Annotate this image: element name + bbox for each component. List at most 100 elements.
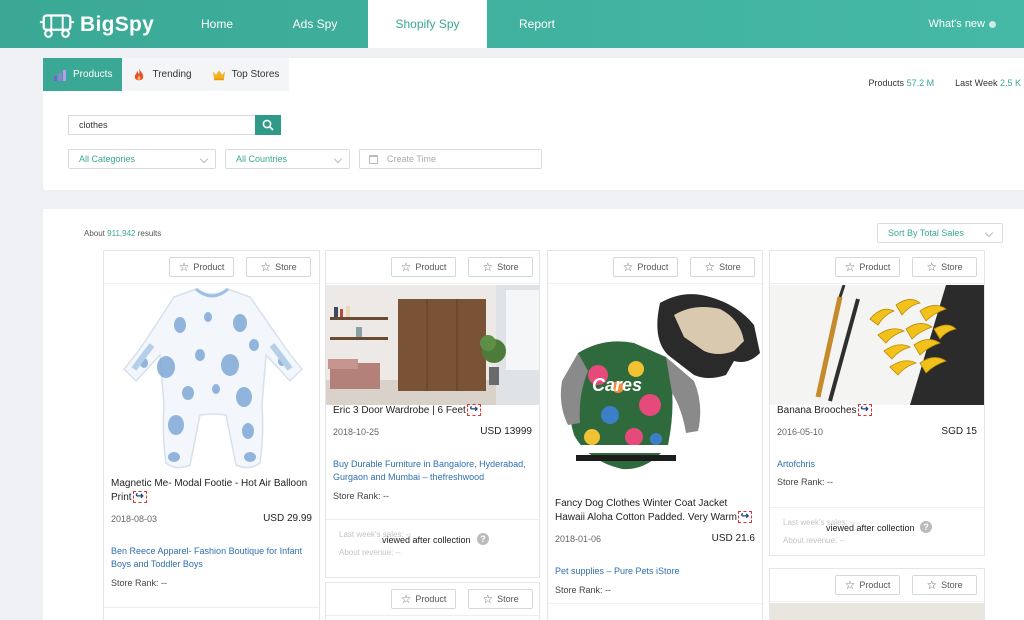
collect-product-button[interactable]: ☆ Product (835, 257, 900, 277)
results-suffix: results (137, 229, 162, 238)
collect-store-label: Store (275, 262, 297, 272)
viewed-after-collection-note: viewed after collection (826, 523, 915, 533)
collect-product-button[interactable]: ☆ Product (613, 257, 678, 277)
last-week-value: 2.5 K (999, 78, 1021, 88)
top-navbar: BigSpy Home Ads Spy Shopify Spy Report W… (0, 0, 1024, 48)
collect-store-button[interactable]: ☆ Store (912, 575, 977, 595)
chevron-down-icon (333, 154, 343, 164)
product-card[interactable]: ☆ Product ☆ Store Banana Brooches ↪ 2016-05… (769, 250, 985, 556)
search-input[interactable]: clothes (68, 115, 255, 135)
search-button[interactable] (255, 115, 281, 135)
tab-trending[interactable]: Trending (122, 58, 201, 91)
collect-store-button[interactable]: ☆ Store (468, 589, 533, 609)
chevron-down-icon (199, 154, 209, 164)
collect-store-button[interactable]: ☆ Store (468, 257, 533, 277)
results-count: About 911,942 results (84, 229, 161, 238)
product-title[interactable]: Banana Brooches ↪ (777, 404, 978, 418)
create-time-picker[interactable]: Create Time (359, 149, 542, 169)
store-link[interactable]: Artofchris (777, 458, 974, 471)
collect-store-label: Store (497, 594, 519, 604)
nav-shopify-spy[interactable]: Shopify Spy (368, 0, 487, 48)
product-image[interactable] (326, 285, 539, 405)
external-link-icon[interactable]: ↪ (737, 511, 752, 524)
nav-report[interactable]: Report (498, 0, 576, 48)
star-icon: ☆ (844, 260, 856, 274)
collect-store-button[interactable]: ☆ Store (912, 257, 977, 277)
tab-products[interactable]: Products (43, 58, 123, 91)
create-time-placeholder: Create Time (387, 154, 437, 164)
store-rank: Store Rank: -- (333, 491, 390, 501)
card-header: ☆ Product ☆ Store (770, 251, 984, 284)
tshirt-text: Cares (592, 375, 642, 395)
dog-coat-image: Cares (548, 285, 762, 495)
sort-value: Sort By Total Sales (888, 228, 964, 238)
collect-store-button[interactable]: ☆ Store (690, 257, 755, 277)
collect-store-label: Store (719, 262, 741, 272)
store-link[interactable]: Pet supplies – Pure Pets iStore (555, 565, 752, 578)
star-icon: ☆ (622, 260, 634, 274)
collect-product-button[interactable]: ☆ Product (169, 257, 234, 277)
collect-product-button[interactable]: ☆ Product (391, 589, 456, 609)
external-link-icon[interactable]: ↪ (132, 491, 147, 504)
country-select[interactable]: All Countries (225, 149, 350, 169)
product-card[interactable]: ☆ Product ☆ Store Magnetic Me- Modal Footi… (103, 250, 320, 620)
store-rank: Store Rank: -- (555, 585, 612, 595)
whats-new-link[interactable]: What's new (928, 0, 996, 48)
help-icon[interactable]: ? (477, 533, 489, 545)
tab-top-stores[interactable]: Top Stores (202, 58, 290, 91)
star-icon: ☆ (482, 260, 494, 274)
country-value: All Countries (236, 154, 288, 164)
flame-icon (135, 68, 144, 80)
nav-ads-spy[interactable]: Ads Spy (276, 0, 354, 48)
category-select[interactable]: All Categories (68, 149, 216, 169)
collect-product-label: Product (193, 262, 225, 272)
external-link-icon[interactable]: ↪ (857, 404, 872, 417)
star-icon: ☆ (926, 260, 938, 274)
collect-store-label: Store (941, 262, 963, 272)
product-image[interactable] (104, 285, 319, 475)
product-card[interactable]: ☆ Product ☆ Store (769, 568, 985, 620)
collect-store-button[interactable]: ☆ Store (246, 257, 311, 277)
product-title-text: Banana Brooches (777, 405, 857, 416)
filter-panel: Products Trending Top Stores Products 57… (43, 58, 1024, 190)
collect-product-label: Product (415, 594, 447, 604)
product-title[interactable]: Magnetic Me- Modal Footie - Hot Air Ball… (111, 477, 313, 505)
product-title[interactable]: Eric 3 Door Wardrobe | 6 Feet ↪ (333, 404, 533, 418)
store-link[interactable]: Ben Reece Apparel- Fashion Boutique for … (111, 545, 309, 571)
collect-product-label: Product (859, 262, 891, 272)
product-title[interactable]: Fancy Dog Clothes Winter Coat Jacket Haw… (555, 497, 756, 525)
card-header: ☆ Product ☆ Store (548, 251, 762, 284)
product-image[interactable] (770, 285, 984, 405)
collect-product-button[interactable]: ☆ Product (835, 575, 900, 595)
products-count-value: 57.2 M (906, 78, 935, 88)
last-week-label: Last Week (955, 78, 998, 88)
collect-product-button[interactable]: ☆ Product (391, 257, 456, 277)
about-revenue: About revenue: -- (783, 536, 845, 545)
help-icon[interactable]: ? (920, 521, 932, 533)
sales-info: Last week's sales: -- About revenue: -- … (326, 519, 539, 577)
calendar-icon (369, 155, 378, 164)
about-revenue: About revenue: -- (339, 548, 401, 557)
product-card[interactable]: ☆ Product ☆ Store Cares Fancy Dog Clothes … (547, 250, 763, 620)
results-number: 911,942 (107, 229, 136, 238)
bigspy-logo[interactable]: BigSpy (38, 10, 154, 40)
nav-home[interactable]: Home (178, 0, 256, 48)
product-price: USD 21.6 (711, 533, 755, 544)
product-image[interactable] (770, 603, 984, 620)
sort-select[interactable]: Sort By Total Sales (877, 223, 1003, 243)
card-header: ☆ Product ☆ Store (104, 251, 319, 284)
store-link[interactable]: Buy Durable Furniture in Bangalore, Hyde… (333, 458, 529, 484)
tab-trending-label: Trending (152, 69, 192, 80)
product-card[interactable]: ☆ Product ☆ Store Eric 3 Door Wardrobe | 6… (325, 250, 540, 578)
collect-store-label: Store (941, 580, 963, 590)
product-card[interactable]: ☆ Product ☆ Store (325, 582, 540, 620)
card-header: ☆ Product ☆ Store (326, 251, 539, 284)
external-link-icon[interactable]: ↪ (466, 404, 481, 417)
collect-product-label: Product (859, 580, 891, 590)
search-icon (262, 119, 274, 131)
product-image[interactable]: Cares (548, 285, 762, 495)
products-count-label: Products (868, 78, 905, 88)
product-price: USD 29.99 (263, 513, 312, 524)
stats-summary: Products 57.2 M Last Week 2.5 K (869, 78, 1021, 88)
product-price: SGD 15 (941, 426, 977, 437)
